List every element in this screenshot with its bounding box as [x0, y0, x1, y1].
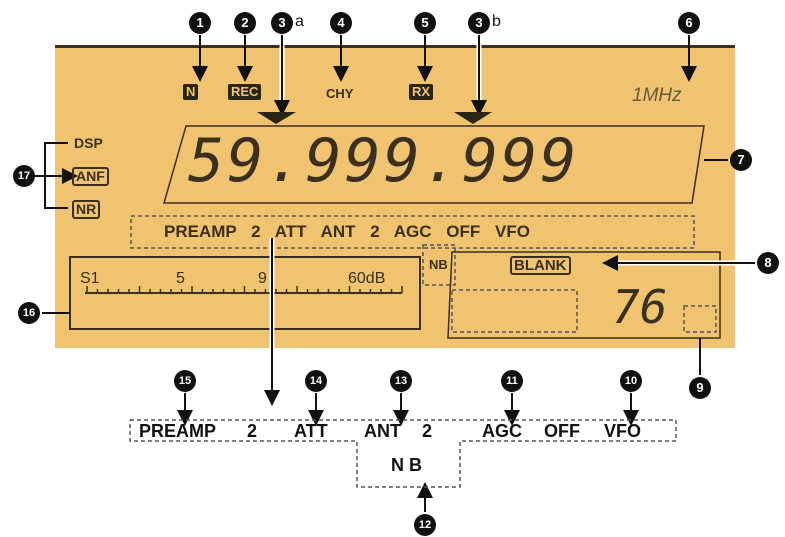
- dsp-label: DSP: [74, 135, 103, 151]
- chy-indicator: CHY: [326, 86, 354, 101]
- bottom-att: ATT: [294, 421, 328, 441]
- bottom-preamp-num: 2: [247, 421, 258, 441]
- callout-13: 13: [390, 370, 412, 392]
- nb-indicator: NB: [429, 257, 448, 272]
- callout-4: 4: [330, 12, 352, 34]
- bottom-preamp: PREAMP: [139, 421, 217, 441]
- blank-indicator: BLANK: [510, 256, 571, 275]
- callout-11: 11: [501, 370, 523, 392]
- callout-15: 15: [174, 370, 196, 392]
- callout-3b-suffix: b: [492, 13, 501, 30]
- callout-16: 16: [18, 302, 40, 324]
- callout-12: 12: [414, 514, 436, 536]
- mhz-indicator: 1MHz: [632, 85, 682, 106]
- nr-indicator: NR: [72, 200, 101, 219]
- callout-3a: 3: [271, 12, 293, 34]
- callout-10: 10: [620, 370, 642, 392]
- callout-17: 17: [13, 165, 35, 187]
- callout-3a-suffix: a: [295, 13, 304, 30]
- meter-label-s1: S1: [80, 270, 100, 287]
- callout-7: 7: [730, 149, 752, 171]
- bottom-ant-num: 2: [422, 421, 433, 441]
- rec-indicator: REC: [228, 84, 262, 100]
- n-indicator: N: [183, 84, 199, 100]
- bottom-off: OFF: [544, 421, 580, 441]
- status-row: PREAMP 2 ATT ANT 2 AGC OFF VFO: [164, 222, 530, 241]
- callout-8: 8: [757, 252, 779, 274]
- meter-label-60db: 60dB: [348, 270, 386, 287]
- anf-indicator: ANF: [72, 167, 109, 186]
- frequency-readout: 59.999.999: [188, 126, 580, 196]
- callout-2: 2: [234, 12, 256, 34]
- bottom-ant: ANT: [364, 421, 401, 441]
- callout-6: 6: [678, 12, 700, 34]
- bottom-vfo: VFO: [604, 421, 642, 441]
- meter-label-5: 5: [176, 270, 185, 287]
- channel-number: 76: [612, 280, 668, 334]
- bottom-agc: AGC: [482, 421, 522, 441]
- callout-9: 9: [689, 377, 711, 399]
- callout-5: 5: [414, 12, 436, 34]
- callout-3b: 3: [468, 12, 490, 34]
- meter-label-9: 9: [258, 270, 267, 287]
- callout-14: 14: [305, 370, 327, 392]
- rx-indicator: RX: [409, 84, 434, 100]
- bottom-nb: N B: [391, 455, 422, 475]
- callout-1: 1: [189, 12, 211, 34]
